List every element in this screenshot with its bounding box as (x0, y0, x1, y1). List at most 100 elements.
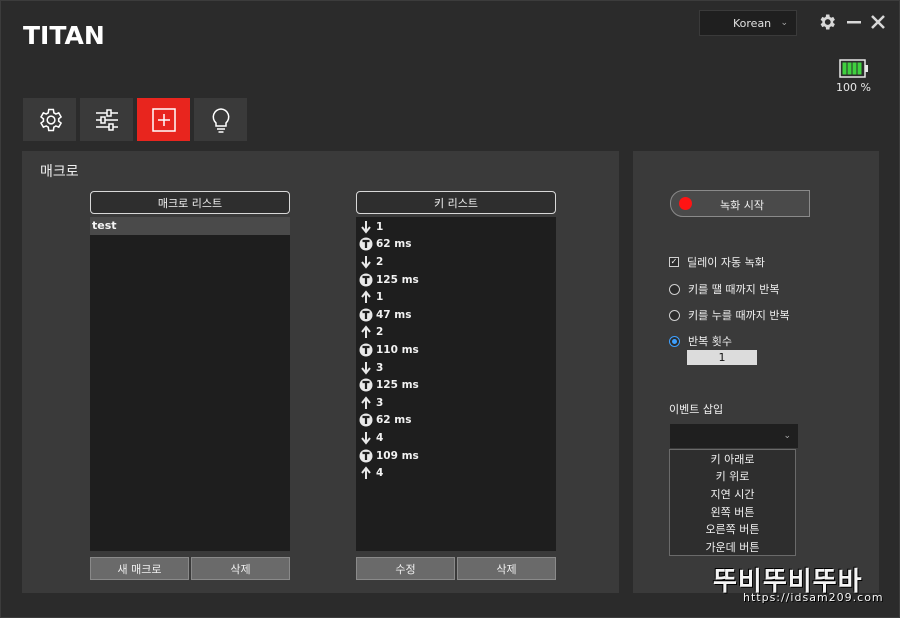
repeat-count-option[interactable]: 반복 횟수 (669, 333, 732, 349)
delete-key-button[interactable]: 삭제 (457, 557, 556, 580)
tab-settings[interactable] (23, 98, 76, 141)
key-list-item-text: 47 ms (376, 308, 412, 321)
repeat-count-label: 반복 횟수 (688, 335, 732, 348)
key-list[interactable]: 1 62 ms 2 125 ms 1 47 ms 2 110 ms 3 125 ms 3 62 ms 4… (356, 217, 556, 551)
language-select[interactable]: Korean ⌄ (699, 10, 797, 36)
key-list-item-text: 2 (376, 255, 384, 268)
event-insert-label: 이벤트 삽입 (669, 403, 724, 416)
timer-icon (359, 449, 373, 463)
key-list-item-text: 62 ms (376, 414, 412, 427)
repeat-until-release-label: 키를 땔 때까지 반복 (688, 283, 780, 296)
key-list-item[interactable]: 3 (356, 394, 556, 412)
key-list-item[interactable]: 125 ms (356, 271, 556, 289)
repeat-until-press-option[interactable]: 키를 누를 때까지 반복 (669, 307, 790, 323)
language-select-value: Korean (733, 16, 772, 30)
key-list-item-text: 125 ms (376, 273, 419, 286)
arrow-up-icon (359, 325, 373, 339)
tab-adjustments[interactable] (80, 98, 133, 141)
event-option[interactable]: 키 위로 (670, 468, 795, 486)
timer-icon (359, 343, 373, 357)
key-list-item[interactable]: 109 ms (356, 447, 556, 465)
app-window: TITAN Korean ⌄ 100 % 매크로 매크로 리스트 test 새 … (0, 0, 900, 618)
key-list-item-text: 4 (376, 431, 384, 444)
key-list-item-text: 3 (376, 396, 384, 409)
key-list-item-text: 4 (376, 467, 384, 480)
gear-icon (39, 108, 62, 131)
record-dot-icon (679, 197, 692, 210)
event-insert-options: 키 아래로 키 위로 지연 시간 왼쪽 버튼 오른쪽 버튼 가운데 버튼 (669, 449, 796, 556)
timer-icon (359, 237, 373, 251)
gear-icon (820, 14, 835, 30)
macro-add-icon (151, 107, 176, 132)
key-list-header: 키 리스트 (356, 191, 556, 214)
key-list-item[interactable]: 62 ms (356, 236, 556, 254)
macro-list-item[interactable]: test (90, 217, 290, 235)
key-list-item[interactable]: 125 ms (356, 376, 556, 394)
key-list-item[interactable]: 62 ms (356, 412, 556, 430)
edit-key-button[interactable]: 수정 (356, 557, 455, 580)
macro-list-header: 매크로 리스트 (90, 191, 290, 214)
key-list-item-text: 1 (376, 220, 384, 233)
battery-icon (839, 59, 868, 78)
repeat-count-radio[interactable] (669, 335, 680, 347)
arrow-up-icon (359, 290, 373, 304)
arrow-down-icon (359, 220, 373, 234)
key-list-item[interactable]: 1 (356, 218, 556, 236)
watermark: 뚜비뚜비뚜바 https://idsam209.com (713, 561, 893, 609)
key-list-item[interactable]: 4 (356, 464, 556, 482)
repeat-until-release-option[interactable]: 키를 땔 때까지 반복 (669, 281, 779, 297)
key-list-item[interactable]: 110 ms (356, 341, 556, 359)
key-list-item-text: 1 (376, 291, 384, 304)
watermark-url: https://idsam209.com (743, 591, 884, 604)
event-option[interactable]: 오른쪽 버튼 (670, 520, 795, 538)
event-option[interactable]: 키 아래로 (670, 450, 795, 468)
close-icon (871, 15, 885, 29)
timer-icon (359, 413, 373, 427)
arrow-down-icon (359, 255, 373, 269)
key-list-item[interactable]: 2 (356, 324, 556, 342)
lightbulb-icon (212, 107, 229, 133)
delete-macro-button[interactable]: 삭제 (191, 557, 290, 580)
timer-icon (359, 378, 373, 392)
key-list-item[interactable]: 1 (356, 288, 556, 306)
minimize-button[interactable] (843, 11, 865, 33)
sliders-icon (95, 108, 118, 131)
tab-macro[interactable] (137, 98, 190, 141)
page-title: 매크로 (40, 164, 79, 180)
key-list-item[interactable]: 47 ms (356, 306, 556, 324)
battery-percentage: 100 % (836, 81, 871, 94)
event-option[interactable]: 왼쪽 버튼 (670, 503, 795, 521)
key-list-item-text: 3 (376, 361, 384, 374)
event-option[interactable]: 지연 시간 (670, 485, 795, 503)
close-button[interactable] (867, 11, 889, 33)
arrow-down-icon (359, 361, 373, 375)
minimize-icon (847, 21, 861, 24)
record-start-button[interactable]: 녹화 시작 (670, 190, 810, 217)
tab-lighting[interactable] (194, 98, 247, 141)
event-option[interactable]: 가운데 버튼 (670, 538, 795, 556)
titan-logo: TITAN (23, 21, 105, 50)
key-list-item-text: 110 ms (376, 343, 419, 356)
arrow-down-icon (359, 431, 373, 445)
arrow-up-icon (359, 396, 373, 410)
arrow-up-icon (359, 466, 373, 480)
timer-icon (359, 308, 373, 322)
key-list-item[interactable]: 3 (356, 359, 556, 377)
key-list-item-text: 109 ms (376, 449, 419, 462)
key-list-item[interactable]: 4 (356, 429, 556, 447)
repeat-count-input[interactable]: 1 (687, 350, 757, 365)
key-list-item[interactable]: 2 (356, 253, 556, 271)
key-list-item-text: 125 ms (376, 379, 419, 392)
settings-window-button[interactable] (816, 11, 838, 33)
delay-auto-record-option[interactable]: ✓ 딜레이 자동 녹화 (669, 254, 765, 270)
repeat-until-press-radio[interactable] (669, 309, 680, 321)
record-start-label: 녹화 시작 (720, 199, 764, 212)
chevron-down-icon: ⌄ (783, 431, 791, 441)
chevron-down-icon: ⌄ (780, 18, 788, 28)
repeat-until-press-label: 키를 누를 때까지 반복 (688, 309, 790, 322)
delay-auto-record-checkbox[interactable]: ✓ (669, 257, 679, 267)
repeat-until-release-radio[interactable] (669, 283, 680, 295)
new-macro-button[interactable]: 새 매크로 (90, 557, 189, 580)
event-insert-select[interactable]: ⌄ (669, 423, 799, 449)
macro-list[interactable]: test (90, 217, 290, 551)
